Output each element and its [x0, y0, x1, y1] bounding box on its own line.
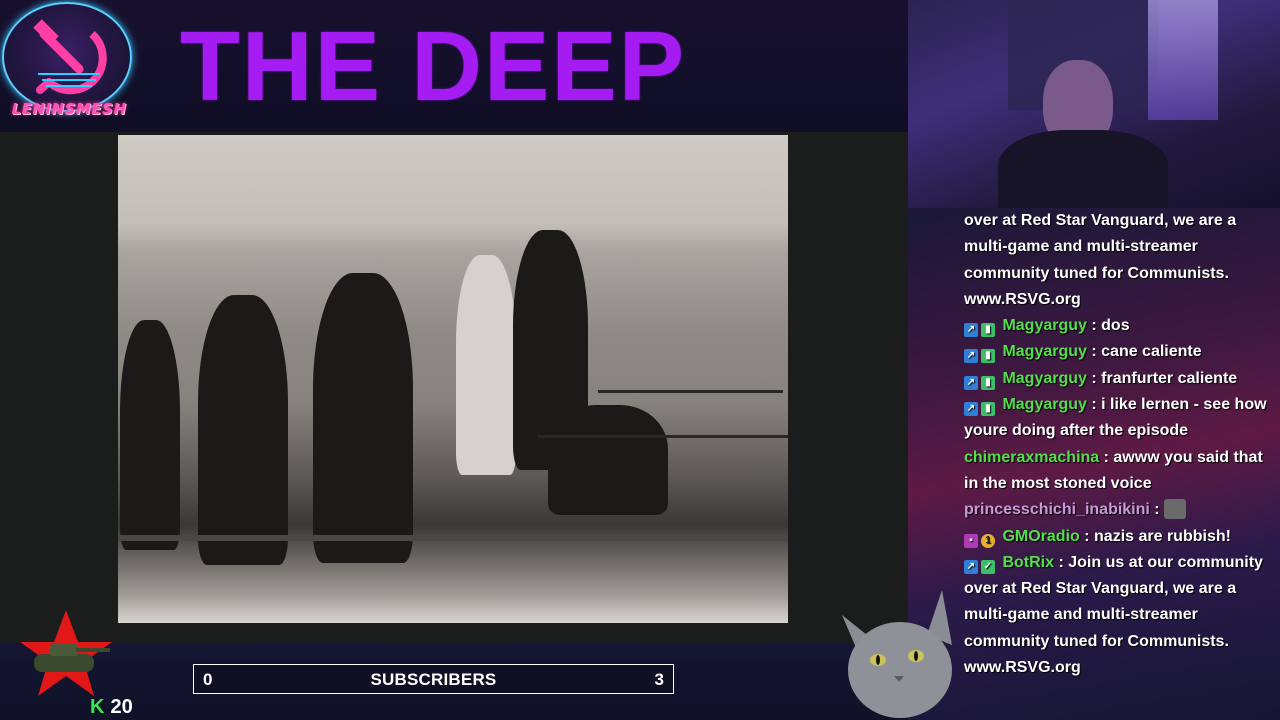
chat-username[interactable]: Magyarguy: [1002, 396, 1086, 413]
video-figure: [198, 295, 288, 565]
chat-message: over at Red Star Vanguard, we are a mult…: [964, 208, 1278, 313]
stream-title: THE DEEP SKATE: [180, 11, 685, 222]
subscribers-goal-bar: 0 SUBSCRIBERS 3: [193, 664, 674, 694]
logo-text: LENINSMESH: [11, 100, 127, 118]
video-figure: [313, 273, 413, 563]
subscriber-badge-icon: ▪: [964, 533, 978, 548]
video-figure: [456, 255, 516, 475]
chat-username[interactable]: GMOradio: [1002, 528, 1079, 545]
red-star-tank-icon: [20, 610, 116, 700]
chat-username[interactable]: princesschichi_inabikini: [964, 501, 1150, 518]
cat-mascot-icon: [832, 590, 962, 720]
chat-message: chimeraxmachina : awww you said that in …: [964, 445, 1278, 498]
chat-message-text: : franfurter caliente: [1086, 369, 1238, 387]
chat-message-text: : nazis are rubbish!: [1079, 527, 1231, 545]
chat-message: ▪ 1 GMOradio : nazis are rubbish!: [964, 524, 1278, 550]
chat-message-text: : Join us at our community over at Red S…: [964, 553, 1263, 677]
subscribers-goal: 3: [654, 670, 664, 689]
chat-panel: over at Red Star Vanguard, we are a mult…: [908, 208, 1280, 720]
chat-username[interactable]: Magyarguy: [1002, 343, 1086, 360]
mod-badge-icon: ▮: [981, 323, 995, 338]
chat-message-text: : dos: [1086, 317, 1130, 335]
video-figure: [548, 405, 668, 515]
broadcaster-badge-icon: ↗: [964, 402, 978, 417]
subscribers-label: SUBSCRIBERS: [370, 670, 497, 689]
video-player[interactable]: [118, 135, 788, 623]
mod-badge-icon: ▮: [981, 402, 995, 417]
webcam-person-body: [998, 130, 1168, 208]
verified-badge-icon: ✓: [981, 559, 995, 574]
chat-username[interactable]: BotRix: [1002, 554, 1054, 571]
k-counter: K 20: [90, 696, 133, 718]
mod-badge-icon: ▮: [981, 375, 995, 390]
video-figure: [120, 320, 180, 550]
chat-emote-icon: [1164, 499, 1187, 520]
hammer-sickle-icon: [33, 19, 107, 95]
boat-rail: [118, 535, 788, 541]
mod-badge-icon: ▮: [981, 349, 995, 364]
video-area: [0, 132, 908, 644]
broadcaster-badge-icon: ↗: [964, 323, 978, 338]
logo-emblem: [2, 2, 132, 112]
chat-message: ↗ ▮ Magyarguy : cane caliente: [964, 339, 1278, 365]
chat-username[interactable]: Magyarguy: [1002, 370, 1086, 387]
chat-message: ↗ ▮ Magyarguy : dos: [964, 313, 1278, 339]
broadcaster-badge-icon: ↗: [964, 559, 978, 574]
chat-message: ↗ ▮ Magyarguy : i like lernen - see how y…: [964, 392, 1278, 445]
k-icon: K: [90, 696, 105, 718]
boat-rail: [598, 390, 783, 393]
channel-logo: LENINSMESH: [2, 2, 134, 124]
broadcaster-badge-icon: ↗: [964, 349, 978, 364]
boat-rail: [538, 435, 788, 438]
chat-message-text: : cane caliente: [1086, 343, 1202, 361]
chat-message: ↗ ▮ Magyarguy : franfurter caliente: [964, 366, 1278, 392]
gift-badge-icon: 1: [981, 533, 995, 548]
chat-message-text: :: [1149, 501, 1165, 519]
chat-message: ↗ ✓ BotRix : Join us at our community ove…: [964, 550, 1278, 681]
webcam-feed: [908, 0, 1280, 208]
chat-username[interactable]: chimeraxmachina: [964, 449, 1099, 466]
stream-header: LENINSMESH THE DEEP SKATE: [0, 0, 908, 222]
k-count: 20: [110, 696, 133, 718]
chat-messages: over at Red Star Vanguard, we are a mult…: [964, 208, 1278, 681]
chat-message: princesschichi_inabikini :: [964, 497, 1278, 523]
chat-message-text: over at Red Star Vanguard, we are a mult…: [964, 212, 1237, 308]
webcam-light: [1148, 0, 1218, 120]
chat-username[interactable]: Magyarguy: [1002, 317, 1086, 334]
broadcaster-badge-icon: ↗: [964, 375, 978, 390]
